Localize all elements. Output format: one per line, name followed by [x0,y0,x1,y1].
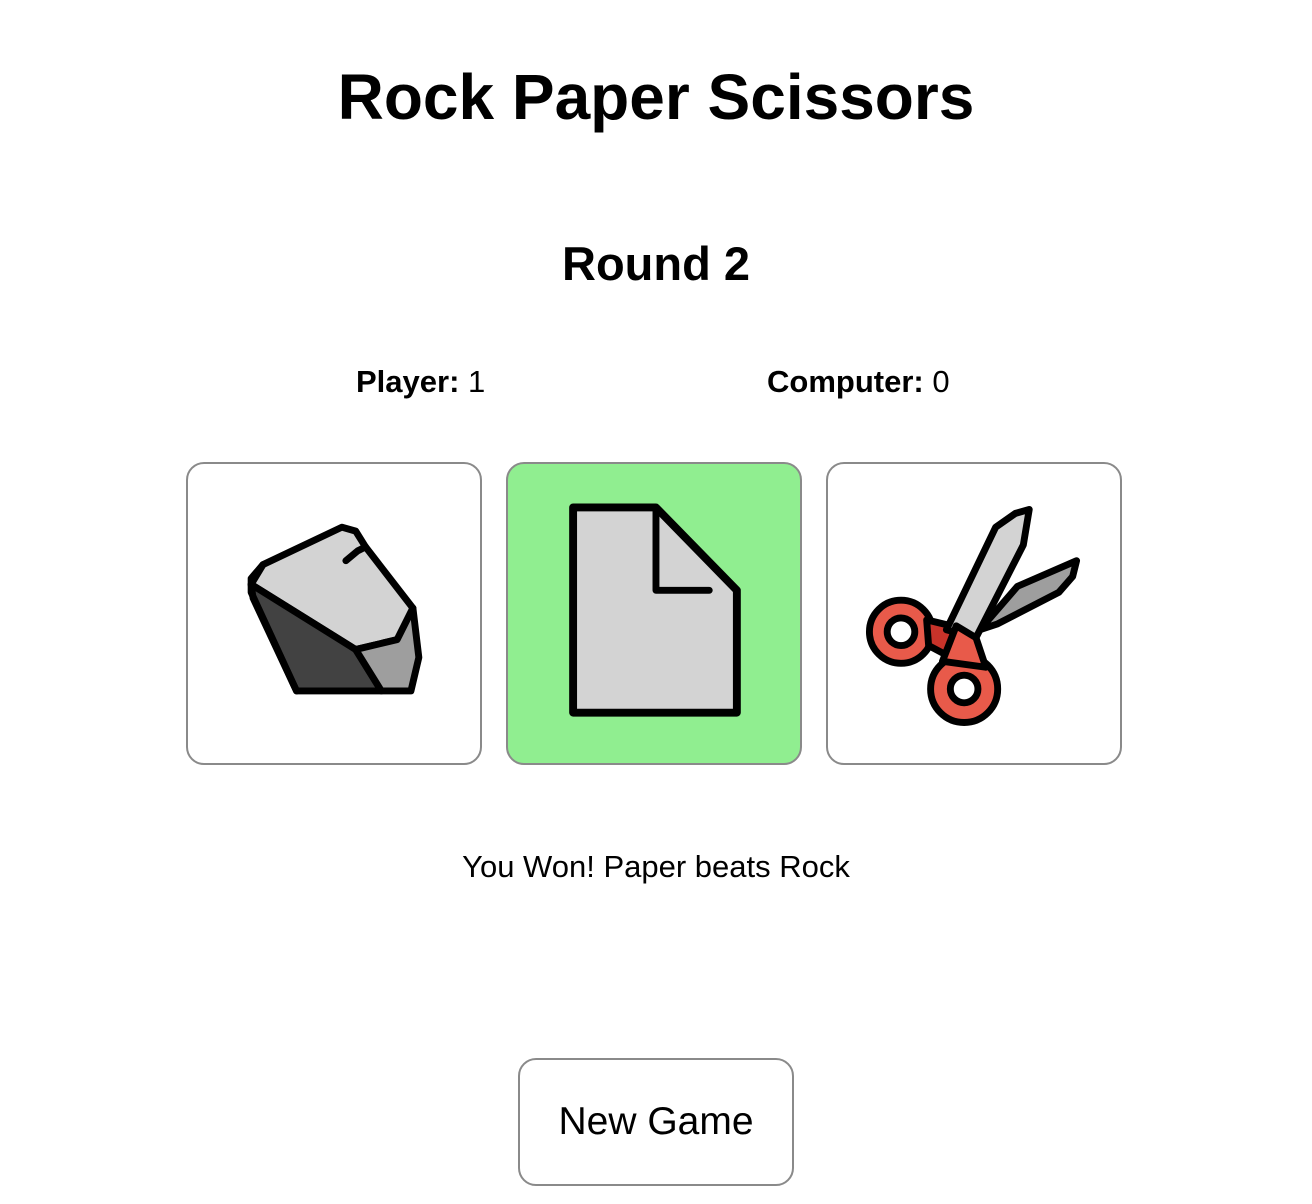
paper-icon [569,503,741,717]
computer-score-value: 0 [932,364,950,399]
round-indicator: Round 2 [562,237,750,290]
rock-choice-button[interactable] [186,462,482,765]
scissors-icon [865,505,1081,726]
player-score-value: 1 [468,364,486,399]
page-title: Rock Paper Scissors [337,61,975,133]
scissors-choice-button[interactable] [826,462,1122,765]
computer-score: Computer: 0 [767,364,950,400]
paper-choice-button[interactable] [506,462,802,765]
player-score-label: Player: [356,364,460,399]
player-score: Player: 1 [356,364,485,400]
rock-icon [247,523,423,695]
computer-score-label: Computer: [767,364,924,399]
result-message: You Won! Paper beats Rock [462,849,850,884]
new-game-button[interactable]: New Game [518,1058,794,1186]
